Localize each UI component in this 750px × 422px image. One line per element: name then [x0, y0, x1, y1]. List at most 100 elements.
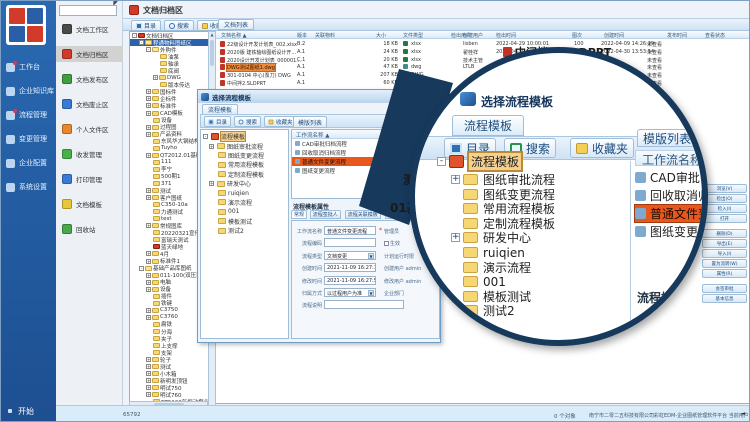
expand-icon[interactable]: + [146, 195, 151, 200]
action-button-10[interactable]: 会签审批 [702, 284, 747, 293]
workspace-item[interactable]: 文档废止区 [56, 96, 123, 112]
expand-icon[interactable]: + [146, 315, 151, 320]
dialog-tree-node[interactable]: ruiqien [201, 188, 288, 197]
dialog-tree-root[interactable]: -流程模板 [201, 132, 288, 141]
column-header[interactable]: 发布时间 [667, 32, 687, 39]
sidebar-item-1[interactable]: 工作台 [1, 57, 56, 77]
action-button-5[interactable]: 删除(D) [702, 229, 747, 238]
collapse-icon[interactable]: - [139, 40, 144, 45]
expand-icon[interactable]: + [146, 96, 151, 101]
expand-icon[interactable]: + [146, 111, 151, 116]
expand-icon[interactable]: + [146, 378, 151, 383]
field-input-3[interactable]: 文档变更▼ [324, 251, 376, 260]
workspace-item[interactable]: 文档归档区 [56, 46, 123, 62]
field-input-4[interactable]: 2021-11-09 16:27:18 [324, 263, 376, 272]
expand-icon[interactable]: + [146, 103, 151, 108]
magnified-workflow-row[interactable]: 回收取消归 [635, 187, 708, 204]
action-button-2[interactable]: 检出(O) [702, 194, 747, 203]
column-header[interactable]: 文件类型 [403, 32, 423, 39]
tree-node[interactable]: 底阀 [130, 67, 215, 74]
field-input-6[interactable]: 以过程用户为准▼ [324, 288, 376, 297]
column-header[interactable]: 文档名称 ▲ [221, 32, 246, 39]
magnified-tree-node[interactable]: +研发中心 [451, 230, 531, 245]
column-header[interactable]: 创建用户 [463, 32, 483, 39]
workspace-item[interactable]: 收发管理 [56, 146, 123, 162]
table-row[interactable]: 22级设计开发计划表_002.xlsxB.218 KBxlsxlisben202… [216, 40, 750, 48]
dialog-toolbar-tab-3[interactable]: 收藏夹 [264, 116, 297, 127]
expand-icon[interactable]: + [146, 273, 151, 278]
props-tab-1[interactable]: 常规 [291, 210, 307, 219]
dialog-tree-node[interactable]: 测试2 [201, 226, 288, 235]
scrollbar-thumb[interactable] [210, 40, 214, 66]
workspace-item[interactable]: 打印管理 [56, 171, 123, 187]
field-input-1[interactable]: 普通文件变更流程 [324, 226, 376, 235]
column-header[interactable]: 查看状态 [705, 32, 725, 39]
workspace-filter-input[interactable] [59, 5, 117, 16]
expand-icon[interactable]: + [146, 132, 151, 137]
magnified-tab-template-list[interactable]: 模版列表 [637, 129, 697, 147]
props-tab-3[interactable]: 流程关联模板 [345, 210, 381, 219]
status-arrow-icon[interactable]: ◄ [741, 411, 745, 417]
dropdown-arrow-icon[interactable]: ▼ [368, 253, 374, 259]
workspace-item[interactable]: 个人文件区 [56, 121, 123, 137]
workspace-item[interactable]: 文档模板 [56, 196, 123, 212]
expand-icon[interactable]: + [146, 287, 151, 292]
magnified-workflow-row[interactable]: 普通文件变 [635, 205, 708, 222]
field-input-2[interactable] [324, 238, 376, 247]
table-row[interactable]: 2020设计开发计划表_000001...C.120 KBxlsx技术主管未查看 [216, 56, 750, 64]
expand-icon[interactable]: + [146, 357, 151, 362]
column-header[interactable]: 图次 [572, 32, 582, 39]
column-header[interactable]: 创建时间 [604, 32, 624, 39]
field-input-7[interactable] [324, 300, 404, 309]
collapse-icon[interactable]: - [132, 33, 137, 38]
magnified-tree-node[interactable]: 演示流程 [451, 260, 531, 275]
start-button[interactable]: 开始 [1, 399, 56, 422]
action-button-7[interactable]: 导入(I) [702, 249, 747, 258]
workspace-item[interactable]: 文档发布区 [56, 71, 123, 87]
expand-icon[interactable]: + [153, 75, 158, 80]
expand-icon[interactable]: + [146, 223, 151, 228]
expand-icon[interactable]: + [209, 181, 214, 186]
toolbar-tab-2[interactable]: 搜索 [164, 20, 194, 31]
collapse-icon[interactable]: - [139, 266, 144, 271]
expand-icon[interactable]: + [146, 89, 151, 94]
dialog-tree-node[interactable]: 图纸变更流程 [201, 151, 288, 160]
dialog-tree-node[interactable]: 常用流程模板 [201, 160, 288, 169]
expand-icon[interactable]: + [146, 364, 151, 369]
checkbox[interactable] [384, 241, 389, 246]
dialog-tree-node[interactable]: 001 [201, 207, 288, 216]
expand-icon[interactable]: + [146, 188, 151, 193]
dialog-toolbar-tab-1[interactable]: 目录 [204, 116, 231, 127]
expand-icon[interactable]: + [209, 144, 214, 149]
toolbar-tab-1[interactable]: 目录 [131, 20, 161, 31]
magnified-list-header[interactable]: 工作流名称 [635, 150, 708, 166]
expand-icon[interactable]: + [146, 280, 151, 285]
collapse-icon[interactable]: - [146, 47, 151, 52]
workspace-item[interactable]: 回收站 [56, 221, 123, 237]
tree-node[interactable]: +轮子 [130, 356, 215, 363]
dialog-tree-node[interactable]: 定制流程模板 [201, 170, 288, 179]
dialog-tab-flow-template[interactable]: 流程模板 [202, 104, 238, 114]
column-header[interactable]: 检出时间 [496, 32, 516, 39]
expand-icon[interactable]: + [146, 385, 151, 390]
tab-doc-list[interactable]: 文档列表 [218, 19, 254, 30]
magnified-tree-node[interactable]: 测试2 [451, 303, 515, 318]
sidebar-item-6[interactable]: 系统设置 [1, 177, 56, 197]
expand-icon[interactable]: + [146, 308, 151, 313]
dialog-tree-node[interactable]: 模板测试 [201, 217, 288, 226]
sidebar-item-3[interactable]: 流程管理 [1, 105, 56, 125]
magnified-workflow-row[interactable]: CAD审批归档 [635, 169, 708, 186]
collapse-icon[interactable]: - [437, 157, 446, 166]
tree-node[interactable]: 上支撑 [130, 342, 215, 349]
sidebar-item-2[interactable]: 企业知识库 [1, 81, 56, 101]
action-button-8[interactable]: 置为流转(W) [702, 259, 747, 268]
workspace-item[interactable]: 文档工作区 [56, 21, 123, 37]
action-button-1[interactable]: 浏览(V) [702, 184, 747, 193]
expand-icon[interactable]: + [146, 125, 151, 130]
expand-icon[interactable]: + [146, 371, 151, 376]
collapse-icon[interactable]: - [203, 134, 208, 139]
action-button-6[interactable]: 导出(E) [702, 239, 747, 248]
expand-icon[interactable]: + [146, 251, 151, 256]
expand-icon[interactable]: + [146, 392, 151, 397]
column-header[interactable]: 大小 [376, 32, 386, 39]
